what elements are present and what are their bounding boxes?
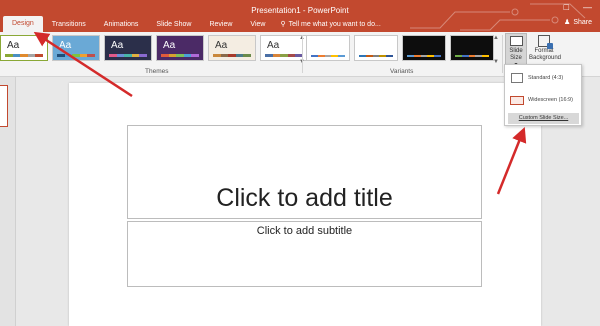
tab-review[interactable]: Review: [200, 18, 241, 32]
theme-thumbnail[interactable]: Aa: [0, 35, 48, 61]
tell-me-text: Tell me what you want to do...: [288, 21, 381, 28]
menu-item-custom-slide-size[interactable]: Custom Slide Size...: [508, 113, 579, 124]
themes-group-label: Themes: [145, 68, 169, 75]
theme-thumbnail[interactable]: Aa: [156, 35, 204, 61]
theme-color-bar: [109, 54, 147, 57]
variants-group-label: Variants: [390, 68, 414, 75]
share-button[interactable]: ♟ Share: [564, 18, 592, 27]
tell-me-box[interactable]: ⚲ Tell me what you want to do...: [274, 18, 380, 32]
title-bar: Presentation1 - PowerPoint □ — Design Tr…: [0, 0, 600, 32]
slide-size-icon: [509, 36, 523, 46]
subtitle-placeholder[interactable]: Click to add subtitle: [127, 221, 482, 287]
theme-sample-text: Aa: [59, 40, 72, 51]
slide-canvas: Click to add title Click to add subtitle: [69, 83, 541, 326]
theme-color-bar: [5, 54, 43, 57]
share-label: Share: [573, 18, 592, 26]
themes-gallery: Aa Aa Aa Aa Aa Aa: [0, 35, 308, 61]
menu-item-widescreen[interactable]: Widescreen (16:9): [505, 90, 581, 110]
slide-size-menu: Standard (4:3) Widescreen (16:9) Custom …: [504, 64, 582, 126]
variant-thumbnail[interactable]: [306, 35, 350, 61]
tab-view[interactable]: View: [241, 18, 274, 32]
variant-color-bar: [311, 55, 345, 57]
format-background-label-2: Background: [529, 55, 562, 61]
menu-item-standard[interactable]: Standard (4:3): [505, 68, 581, 88]
theme-thumbnail[interactable]: Aa: [52, 35, 100, 61]
theme-color-bar: [213, 54, 251, 57]
format-background-label-1: Format: [534, 48, 554, 54]
theme-sample-text: Aa: [111, 40, 124, 51]
standard-ratio-icon: [511, 73, 523, 83]
ribbon-display-icon[interactable]: □: [564, 2, 569, 12]
lightbulb-icon: ⚲: [280, 21, 286, 28]
variants-gallery: [306, 35, 494, 61]
window-title: Presentation1 - PowerPoint: [251, 6, 349, 15]
format-background-icon: [538, 35, 553, 49]
theme-sample-text: Aa: [7, 40, 20, 51]
tab-transitions[interactable]: Transitions: [43, 18, 95, 32]
variant-thumbnail[interactable]: [354, 35, 398, 61]
scroll-up-icon[interactable]: ▲: [492, 35, 500, 41]
minimize-icon[interactable]: —: [583, 2, 592, 12]
variant-color-bar: [359, 55, 393, 57]
theme-thumbnail[interactable]: Aa: [104, 35, 152, 61]
theme-color-bar: [161, 54, 199, 57]
scroll-down-icon[interactable]: ▼: [492, 59, 500, 65]
window-controls: □ —: [564, 2, 592, 12]
theme-thumbnail[interactable]: Aa: [208, 35, 256, 61]
variant-thumbnail[interactable]: [402, 35, 446, 61]
widescreen-ratio-icon: [510, 95, 524, 105]
theme-sample-text: Aa: [163, 40, 176, 51]
title-placeholder[interactable]: Click to add title: [127, 125, 482, 219]
subtitle-placeholder-text: Click to add subtitle: [256, 225, 353, 237]
variant-color-bar: [407, 55, 441, 57]
ribbon-separator: [502, 35, 503, 73]
tab-design[interactable]: Design: [3, 16, 43, 32]
variant-color-bar: [455, 55, 489, 57]
person-icon: ♟: [564, 19, 571, 26]
widescreen-label: Widescreen (16:9): [528, 97, 573, 103]
variant-thumbnail[interactable]: [450, 35, 494, 61]
title-placeholder-text: Click to add title: [216, 184, 393, 212]
ribbon-separator: [302, 35, 303, 73]
ribbon-tabs: Design Transitions Animations Slide Show…: [3, 16, 381, 32]
theme-sample-text: Aa: [215, 40, 228, 51]
tab-slide-show[interactable]: Slide Show: [147, 18, 200, 32]
slide-thumbnail-pane: [0, 77, 16, 326]
slide-size-label: Slide Size: [509, 48, 523, 61]
variants-scroll[interactable]: ▲ ▼: [492, 35, 500, 65]
theme-color-bar: [57, 54, 95, 57]
tab-animations[interactable]: Animations: [95, 18, 148, 32]
theme-sample-text: Aa: [267, 40, 280, 51]
slide-thumbnail[interactable]: [0, 85, 8, 127]
standard-label: Standard (4:3): [528, 75, 564, 81]
